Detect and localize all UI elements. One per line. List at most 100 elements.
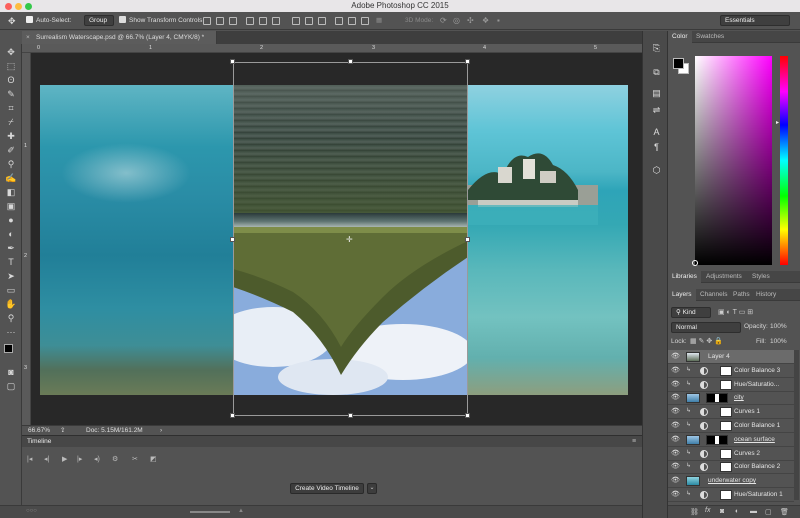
visibility-eye-icon[interactable]: 👁 bbox=[671, 462, 680, 471]
tab-channels[interactable]: Channels bbox=[696, 289, 731, 301]
layer-row[interactable]: 👁 ↳ Curves 1 bbox=[668, 405, 794, 420]
3d-panel-icon[interactable]: ⬡ bbox=[651, 165, 662, 176]
layer-name[interactable]: Hue/Saturation 1 bbox=[734, 488, 783, 502]
visibility-eye-icon[interactable]: 👁 bbox=[671, 449, 680, 458]
tab-libraries[interactable]: Libraries bbox=[668, 271, 701, 283]
layer-mask-thumbnail[interactable] bbox=[720, 365, 732, 376]
properties-panel-icon[interactable]: ⧉ bbox=[651, 67, 662, 78]
history-panel-icon[interactable]: ⎘ bbox=[651, 43, 662, 54]
type-tool-icon[interactable]: T bbox=[5, 256, 17, 268]
color-field[interactable] bbox=[695, 56, 772, 265]
zoom-level[interactable]: 66.67% bbox=[28, 426, 50, 435]
new-adjustment-icon[interactable]: ◐ bbox=[735, 508, 739, 515]
tab-history[interactable]: History bbox=[752, 289, 780, 301]
timeline-zoom-out-icon[interactable]: ○○○ bbox=[26, 508, 37, 514]
layer-name[interactable]: city bbox=[734, 391, 744, 405]
new-layer-icon[interactable]: ▢ bbox=[765, 508, 772, 516]
character-panel-icon[interactable]: A bbox=[651, 127, 662, 138]
transform-handle-t[interactable] bbox=[348, 59, 353, 64]
share-icon[interactable]: ⇪ bbox=[60, 426, 65, 435]
3d-scale-icon[interactable]: ▪ bbox=[497, 16, 500, 26]
layer-name[interactable]: Color Balance 1 bbox=[734, 419, 780, 433]
lasso-tool-icon[interactable]: ʘ bbox=[5, 74, 17, 86]
transform-handle-r[interactable] bbox=[465, 237, 470, 242]
move-tool-icon[interactable]: ✥ bbox=[5, 46, 17, 58]
align-right-icon[interactable] bbox=[272, 17, 280, 25]
pen-tool-icon[interactable]: ✒ bbox=[5, 242, 17, 254]
3d-roll-icon[interactable]: ◎ bbox=[453, 16, 460, 26]
color-picker-cursor[interactable] bbox=[692, 260, 698, 266]
crop-tool-icon[interactable]: ⌗ bbox=[5, 102, 17, 114]
hand-tool-icon[interactable]: ✋ bbox=[5, 298, 17, 310]
transition-icon[interactable]: ◩ bbox=[150, 455, 157, 463]
clone-stamp-tool-icon[interactable]: ⚲ bbox=[5, 158, 17, 170]
tab-adjustments[interactable]: Adjustments bbox=[702, 271, 746, 283]
go-first-frame-icon[interactable]: |◂ bbox=[27, 455, 32, 463]
layer-row[interactable]: 👁 Layer 4 bbox=[668, 350, 794, 364]
gradient-tool-icon[interactable]: ▣ bbox=[5, 200, 17, 212]
vertical-ruler[interactable]: 1 2 3 bbox=[22, 53, 31, 425]
layer-name[interactable]: Curves 2 bbox=[734, 447, 760, 461]
layer-thumbnail[interactable] bbox=[686, 352, 700, 362]
close-window-button[interactable] bbox=[5, 3, 12, 10]
distribute-top-icon[interactable] bbox=[292, 17, 300, 25]
layers-scrollbar[interactable] bbox=[794, 350, 799, 500]
distribute-vcenter-icon[interactable] bbox=[305, 17, 313, 25]
brush-tool-icon[interactable]: ✐ bbox=[5, 144, 17, 156]
fill-value[interactable]: 100% bbox=[770, 338, 787, 345]
audio-icon[interactable]: ◂) bbox=[94, 455, 100, 463]
tab-styles[interactable]: Styles bbox=[748, 271, 774, 283]
layer-row[interactable]: 👁 ↳ Color Balance 2 bbox=[668, 460, 794, 475]
visibility-eye-icon[interactable]: 👁 bbox=[671, 421, 680, 430]
layer-name[interactable]: Color Balance 3 bbox=[734, 364, 780, 378]
distribute-hcenter-icon[interactable] bbox=[348, 17, 356, 25]
more-tools-icon[interactable]: ··· bbox=[5, 326, 17, 338]
layer-mask-thumbnail[interactable] bbox=[720, 462, 732, 473]
distribute-bottom-icon[interactable] bbox=[318, 17, 326, 25]
new-group-icon[interactable]: ▬ bbox=[750, 508, 757, 515]
rectangle-tool-icon[interactable]: ▭ bbox=[5, 284, 17, 296]
paragraph-panel-icon[interactable]: ¶ bbox=[651, 142, 662, 153]
layer-mask-thumbnail[interactable] bbox=[720, 379, 732, 390]
layer-mask-thumbnail[interactable] bbox=[720, 448, 732, 459]
settings-gear-icon[interactable]: ⚙ bbox=[112, 455, 118, 463]
layer-thumbnail[interactable] bbox=[686, 434, 700, 445]
zoom-tool-icon[interactable]: ⚲ bbox=[5, 312, 17, 324]
visibility-eye-icon[interactable]: 👁 bbox=[671, 435, 680, 444]
play-icon[interactable]: ▶ bbox=[62, 455, 67, 463]
visibility-eye-icon[interactable]: 👁 bbox=[671, 490, 680, 499]
opacity-value[interactable]: 100% bbox=[770, 323, 787, 330]
layer-mask-thumbnail[interactable] bbox=[706, 434, 728, 445]
3d-slide-icon[interactable]: ❖ bbox=[482, 16, 489, 26]
document-canvas[interactable]: ✛ bbox=[31, 53, 642, 425]
tab-color[interactable]: Color bbox=[668, 31, 692, 43]
auto-align-icon[interactable]: ▦ bbox=[376, 16, 382, 26]
layer-name[interactable]: Hue/Saturatio... bbox=[734, 378, 779, 392]
3d-rotate-icon[interactable]: ⟳ bbox=[440, 16, 447, 26]
close-tab-icon[interactable]: × bbox=[26, 31, 30, 44]
visibility-eye-icon[interactable]: 👁 bbox=[671, 407, 680, 416]
blur-tool-icon[interactable]: ● bbox=[5, 214, 17, 226]
layer-row[interactable]: 👁 underwater copy bbox=[668, 474, 794, 489]
link-layers-icon[interactable]: ⛓ bbox=[690, 508, 699, 516]
layer-style-icon[interactable]: fx bbox=[705, 507, 710, 514]
split-clip-icon[interactable]: ✂ bbox=[132, 455, 138, 463]
add-mask-icon[interactable]: ◙ bbox=[720, 508, 724, 515]
auto-select-dropdown[interactable]: Group bbox=[84, 15, 114, 26]
layer-row[interactable]: 👁 ↳ Color Balance 3 bbox=[668, 364, 794, 378]
transform-handle-bl[interactable] bbox=[230, 413, 235, 418]
tab-layers[interactable]: Layers bbox=[668, 289, 696, 301]
align-top-icon[interactable] bbox=[203, 17, 211, 25]
delete-layer-icon[interactable]: 🗑 bbox=[780, 508, 789, 516]
timeline-zoom-slider[interactable] bbox=[190, 511, 230, 513]
layer-row[interactable]: 👁 ↳ Curves 2 bbox=[668, 447, 794, 461]
hue-slider-marker-icon[interactable]: ▸ bbox=[776, 119, 779, 126]
zoom-window-button[interactable] bbox=[25, 3, 32, 10]
dodge-tool-icon[interactable]: ◐ bbox=[5, 228, 17, 240]
lock-icons[interactable]: ▦ ✎ ✥ 🔒 bbox=[690, 337, 723, 345]
show-transform-checkbox[interactable] bbox=[119, 15, 126, 26]
layer-mask-thumbnail[interactable] bbox=[720, 421, 732, 431]
timeline-dropdown-icon[interactable]: ⌄ bbox=[367, 483, 377, 494]
visibility-eye-icon[interactable]: 👁 bbox=[671, 393, 680, 402]
tab-swatches[interactable]: Swatches bbox=[692, 31, 728, 43]
